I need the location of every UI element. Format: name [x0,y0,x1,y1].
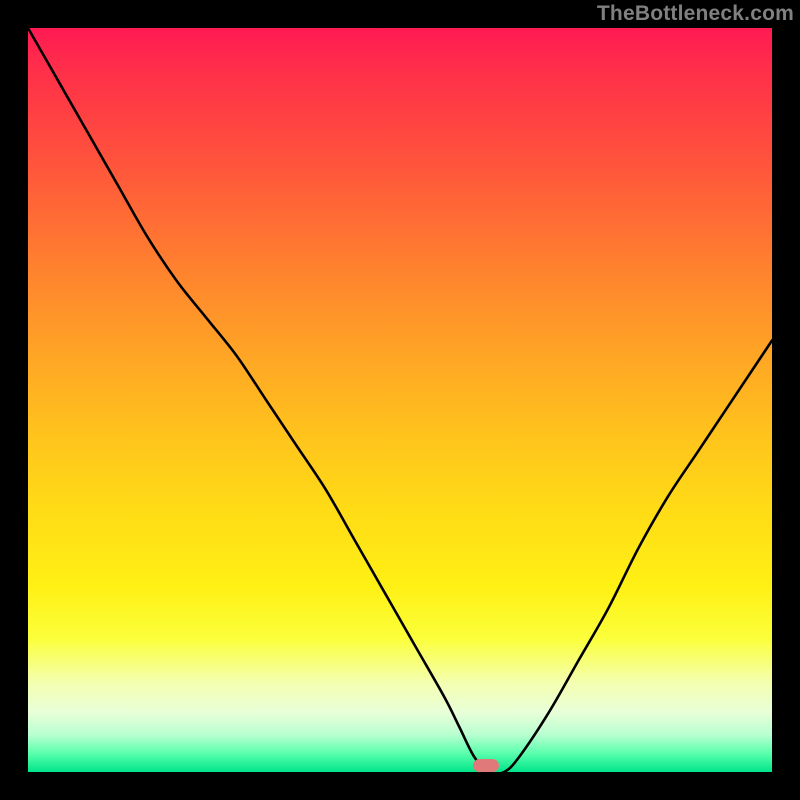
chart-container: TheBottleneck.com [0,0,800,800]
optimal-marker [473,759,499,772]
watermark-label: TheBottleneck.com [597,2,794,26]
bottleneck-curve [28,28,772,772]
plot-area [28,28,772,772]
